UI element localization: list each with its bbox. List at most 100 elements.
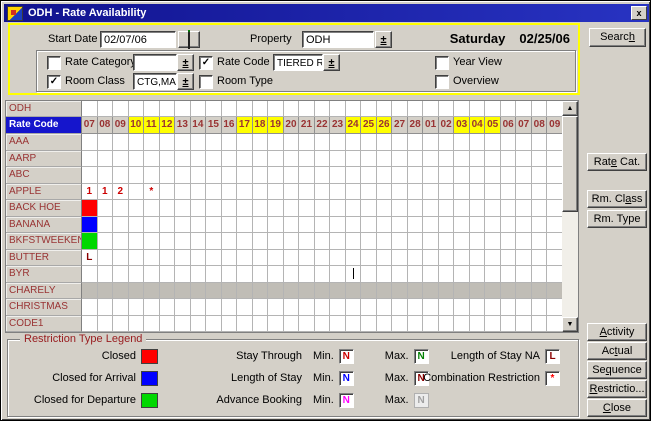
- grid-cell[interactable]: [547, 316, 563, 332]
- grid-cell[interactable]: [284, 316, 300, 332]
- scrollbar-thumb[interactable]: [562, 116, 578, 212]
- grid-cell[interactable]: [175, 134, 191, 150]
- grid-cell[interactable]: [253, 167, 269, 183]
- grid-cell[interactable]: [206, 316, 222, 332]
- grid-date-header[interactable]: 17: [237, 117, 253, 134]
- grid-cell[interactable]: [315, 184, 331, 200]
- grid-cell[interactable]: [532, 233, 548, 249]
- grid-cell[interactable]: [98, 101, 114, 117]
- grid-row-label[interactable]: BUTTER: [6, 250, 82, 266]
- grid-cell[interactable]: [299, 200, 315, 216]
- grid-cell[interactable]: [113, 316, 129, 332]
- grid-cell[interactable]: [144, 101, 160, 117]
- grid-date-header[interactable]: 16: [222, 117, 238, 134]
- grid-cell[interactable]: [470, 266, 486, 282]
- close-window-button[interactable]: x: [631, 6, 647, 20]
- grid-cell[interactable]: [346, 101, 362, 117]
- grid-cell[interactable]: [206, 299, 222, 315]
- grid-cell[interactable]: [485, 167, 501, 183]
- grid-date-header[interactable]: 15: [206, 117, 222, 134]
- grid-cell[interactable]: [253, 250, 269, 266]
- grid-cell[interactable]: [299, 184, 315, 200]
- grid-cell[interactable]: [470, 316, 486, 332]
- scroll-down-button[interactable]: ▼: [562, 317, 578, 332]
- grid-cell[interactable]: [423, 266, 439, 282]
- grid-cell[interactable]: [470, 250, 486, 266]
- grid-cell[interactable]: [315, 233, 331, 249]
- grid-cell[interactable]: [222, 299, 238, 315]
- grid-cell[interactable]: [516, 266, 532, 282]
- grid-cell[interactable]: [191, 316, 207, 332]
- grid-cell[interactable]: [346, 250, 362, 266]
- grid-cell[interactable]: [470, 233, 486, 249]
- rate-code-dropdown-button[interactable]: ±: [323, 54, 340, 71]
- grid-cell[interactable]: [299, 101, 315, 117]
- grid-cell[interactable]: [485, 233, 501, 249]
- grid-cell[interactable]: [160, 151, 176, 167]
- grid-cell[interactable]: [516, 167, 532, 183]
- rate-category-input[interactable]: [133, 54, 177, 71]
- grid-cell[interactable]: [501, 217, 517, 233]
- grid-cell[interactable]: [129, 316, 145, 332]
- grid-cell[interactable]: [408, 233, 424, 249]
- grid-cell[interactable]: [377, 184, 393, 200]
- grid-date-header[interactable]: 07: [516, 117, 532, 134]
- grid-cell[interactable]: [253, 200, 269, 216]
- grid-cell[interactable]: [175, 184, 191, 200]
- grid-cell[interactable]: [408, 101, 424, 117]
- grid-cell[interactable]: [222, 250, 238, 266]
- rm-type-button[interactable]: Rm. Type: [587, 210, 647, 228]
- grid-cell[interactable]: [392, 101, 408, 117]
- grid-cell[interactable]: [206, 283, 222, 299]
- grid-cell-restriction[interactable]: [82, 233, 98, 249]
- grid-cell[interactable]: [361, 316, 377, 332]
- grid-cell[interactable]: [516, 299, 532, 315]
- grid-date-header[interactable]: 23: [330, 117, 346, 134]
- grid-cell[interactable]: [330, 316, 346, 332]
- grid-cell[interactable]: [532, 167, 548, 183]
- grid-cell[interactable]: [423, 250, 439, 266]
- grid-cell[interactable]: [547, 200, 563, 216]
- grid-cell[interactable]: [408, 200, 424, 216]
- grid-cell[interactable]: [315, 299, 331, 315]
- grid-cell[interactable]: [501, 167, 517, 183]
- grid-cell[interactable]: [144, 266, 160, 282]
- grid-row-label[interactable]: CODE1: [6, 316, 82, 332]
- grid-cell[interactable]: [253, 217, 269, 233]
- grid-date-header[interactable]: 18: [253, 117, 269, 134]
- grid-cell[interactable]: [532, 250, 548, 266]
- grid-cell[interactable]: [268, 316, 284, 332]
- grid-date-header[interactable]: 06: [501, 117, 517, 134]
- grid-cell[interactable]: [284, 151, 300, 167]
- grid-cell[interactable]: [284, 299, 300, 315]
- grid-cell[interactable]: [501, 283, 517, 299]
- grid-cell[interactable]: [237, 316, 253, 332]
- grid-cell[interactable]: [160, 200, 176, 216]
- grid-cell[interactable]: [501, 101, 517, 117]
- grid-cell[interactable]: [532, 283, 548, 299]
- grid-cell[interactable]: [284, 217, 300, 233]
- grid-row-label[interactable]: APPLE: [6, 184, 82, 200]
- calendar-button[interactable]: [178, 31, 200, 48]
- start-date-input[interactable]: 02/07/06: [100, 31, 176, 48]
- grid-date-header[interactable]: 26: [377, 117, 393, 134]
- property-input[interactable]: ODH: [302, 31, 374, 48]
- property-dropdown-button[interactable]: ±: [375, 31, 392, 48]
- rm-class-button[interactable]: Rm. Class: [587, 190, 647, 208]
- grid-cell[interactable]: [330, 266, 346, 282]
- grid-cell[interactable]: [454, 101, 470, 117]
- grid-cell[interactable]: [284, 283, 300, 299]
- grid-cell[interactable]: [516, 101, 532, 117]
- grid-cell[interactable]: [113, 299, 129, 315]
- grid-cell[interactable]: [454, 184, 470, 200]
- grid-cell[interactable]: [206, 134, 222, 150]
- grid-cell[interactable]: [175, 200, 191, 216]
- grid-date-header[interactable]: 04: [470, 117, 486, 134]
- grid-cell[interactable]: [346, 167, 362, 183]
- grid-date-header[interactable]: 25: [361, 117, 377, 134]
- grid-cell[interactable]: [222, 184, 238, 200]
- grid-cell[interactable]: [268, 217, 284, 233]
- grid-cell[interactable]: [206, 184, 222, 200]
- grid-cell[interactable]: [392, 151, 408, 167]
- grid-cell[interactable]: [253, 299, 269, 315]
